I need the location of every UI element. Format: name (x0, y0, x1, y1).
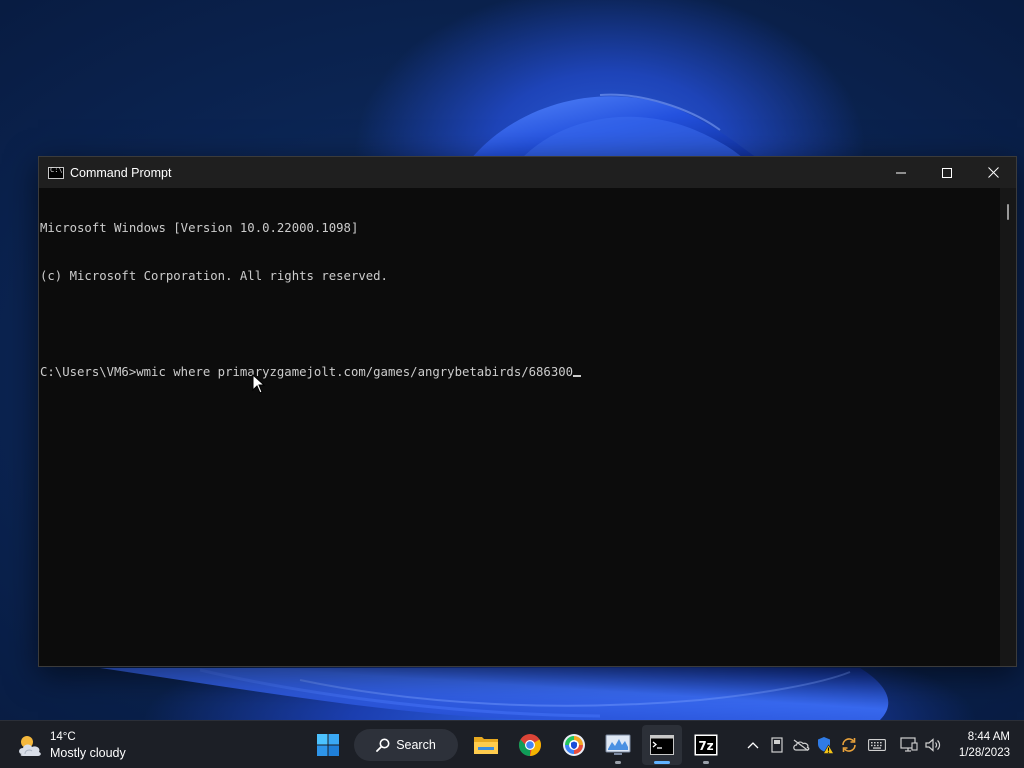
minimize-button[interactable] (878, 157, 924, 188)
tray-onedrive-button[interactable] (789, 733, 813, 757)
search-label: Search (396, 738, 436, 752)
taskbar-apps: Search 7z (308, 725, 730, 765)
close-button[interactable] (970, 157, 1016, 188)
file-explorer-button[interactable] (466, 725, 506, 765)
tray-update-button[interactable] (837, 733, 861, 757)
taskbar-clock[interactable]: 8:44 AM 1/28/2023 (959, 729, 1010, 761)
show-hidden-icons-button[interactable] (741, 733, 765, 757)
console-line: (c) Microsoft Corporation. All rights re… (40, 269, 388, 283)
tray-usb-button[interactable] (765, 733, 789, 757)
security-warning-icon (817, 737, 834, 754)
network-icon (900, 737, 918, 752)
command-prompt-window[interactable]: Command Prompt Microsoft Windows [Versi (38, 156, 1017, 667)
windows-logo-icon (317, 734, 339, 756)
console-output[interactable]: Microsoft Windows [Version 10.0.22000.10… (39, 188, 1001, 666)
folder-icon (474, 737, 498, 754)
console-line: Microsoft Windows [Version 10.0.22000.10… (40, 221, 359, 235)
system-tray: 8:44 AM 1/28/2023 (741, 725, 1016, 765)
7zip-icon: 7z (694, 734, 718, 756)
maximize-button[interactable] (924, 157, 970, 188)
shield-app-button[interactable] (554, 725, 594, 765)
taskbar: 14°C Mostly cloudy Search 7z 8:44 AM 1/2… (0, 720, 1024, 768)
tray-security-button[interactable] (813, 733, 837, 757)
sync-warning-icon (842, 738, 856, 752)
search-icon (376, 738, 390, 752)
running-indicator (615, 761, 621, 764)
active-indicator (654, 761, 670, 764)
7zip-label: 7z (698, 739, 713, 753)
chevron-up-icon (747, 742, 759, 749)
console-command-text: C:\Users\VM6>wmic where primaryzgamejolt… (40, 365, 574, 379)
window-title: Command Prompt (70, 165, 172, 180)
tray-keyboard-button[interactable] (865, 733, 889, 757)
7zip-button[interactable]: 7z (686, 725, 726, 765)
performance-monitor-icon (605, 734, 631, 755)
clock-time: 8:44 AM (967, 731, 1010, 743)
usb-drive-icon (771, 737, 783, 753)
scrollbar-thumb[interactable] (1007, 204, 1009, 220)
running-indicator (703, 761, 709, 764)
maximize-icon (942, 167, 952, 178)
start-button[interactable] (308, 725, 348, 765)
terminal-icon (650, 735, 674, 755)
weather-condition: Mostly cloudy (50, 745, 126, 760)
weather-widget[interactable]: 14°C Mostly cloudy (16, 727, 126, 763)
close-icon (987, 167, 999, 178)
vertical-scrollbar[interactable] (1000, 188, 1016, 666)
mouse-pointer-icon (252, 374, 266, 394)
console-command-line[interactable]: C:\Users\VM6>wmic where primaryzgamejolt… (40, 364, 1001, 380)
command-prompt-taskbar-button[interactable] (642, 725, 682, 765)
keyboard-icon (867, 739, 886, 751)
clock-date: 1/28/2023 (958, 747, 1010, 759)
cmd-icon (48, 166, 64, 179)
minimize-icon (896, 172, 906, 173)
chrome-icon (519, 734, 541, 757)
performance-monitor-button[interactable] (598, 725, 638, 765)
search-button[interactable]: Search (354, 729, 458, 761)
chrome-button[interactable] (510, 725, 550, 765)
tray-network-button[interactable] (897, 733, 921, 757)
weather-temperature: 14°C (50, 730, 76, 743)
cloud-offline-icon (793, 739, 810, 751)
speaker-icon (925, 738, 940, 752)
shield-app-icon (563, 734, 585, 756)
window-titlebar[interactable]: Command Prompt (39, 157, 1016, 188)
tray-volume-button[interactable] (921, 733, 945, 757)
window-controls (878, 157, 1016, 188)
text-cursor (573, 375, 582, 377)
partly-cloudy-icon (19, 736, 41, 756)
